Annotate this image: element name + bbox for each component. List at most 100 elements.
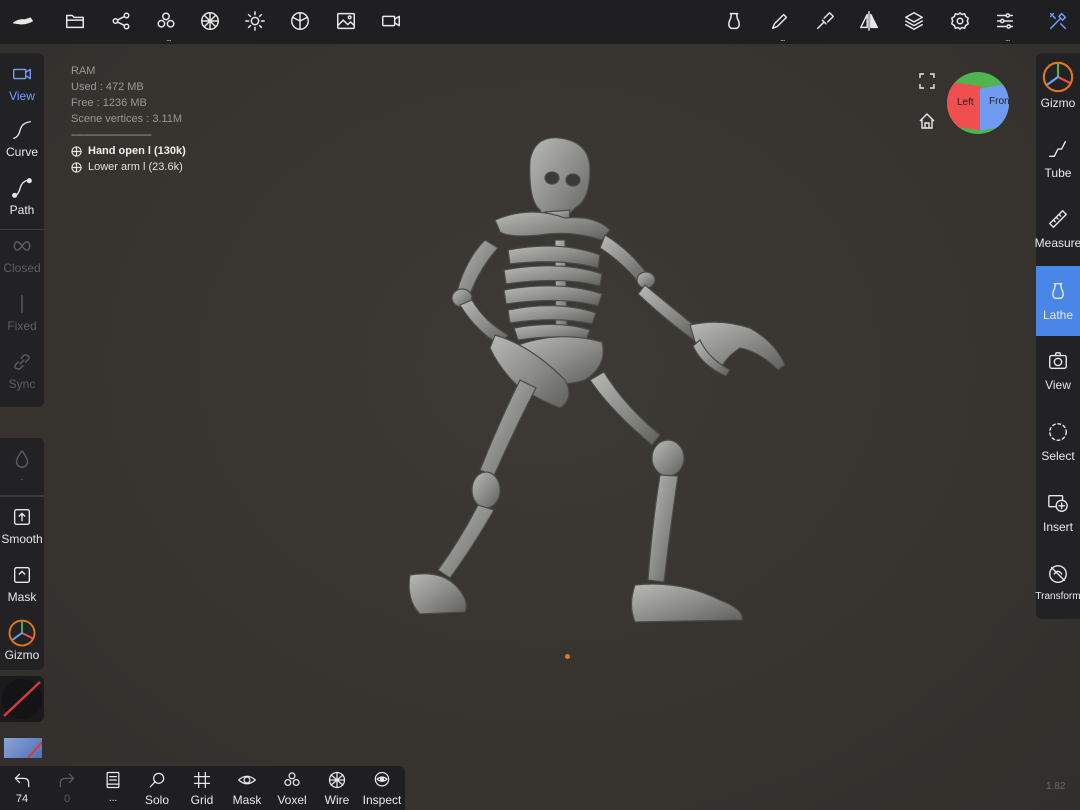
tool-label: Path (9, 203, 35, 217)
top-toolbar: ... ... ... (0, 0, 1080, 44)
mesh-name: Hand open l (130k) (88, 145, 186, 157)
infinity-icon (13, 241, 31, 251)
material-icon[interactable] (287, 8, 313, 34)
toolbar-label: Inspect (362, 793, 402, 807)
brush-icon[interactable] (767, 8, 793, 34)
toolbar-label: Mask (232, 793, 262, 807)
divider (0, 229, 44, 230)
redo-button[interactable]: 0 (45, 770, 89, 805)
tool-label: Measure (1034, 236, 1080, 250)
select-icon (1049, 423, 1067, 441)
material-swatch[interactable] (4, 738, 42, 758)
voxel-button[interactable]: Voxel (270, 770, 314, 807)
symmetry-icon[interactable] (856, 8, 882, 34)
ruler-icon (1049, 210, 1067, 228)
inspect-icon (374, 771, 390, 787)
bottom-toolbar: 74 0 ... Solo Grid Mask Voxel Wire Inspe… (0, 766, 405, 810)
tool-mask[interactable]: Mask (0, 564, 44, 604)
curve-icon (13, 121, 31, 139)
ram-label: RAM (71, 65, 96, 77)
logo-icon[interactable] (10, 8, 36, 34)
mask-toggle-button[interactable]: Mask (225, 770, 269, 807)
layers-icon[interactable] (901, 8, 927, 34)
color-swatch[interactable] (0, 676, 44, 722)
tool-label: View (9, 89, 35, 103)
inspect-button[interactable]: Inspect (360, 770, 404, 807)
right-tool-transform[interactable]: Transform (1035, 563, 1080, 602)
right-tool-tube[interactable]: Tube (1036, 138, 1080, 180)
tool-gizmo[interactable]: Gizmo (0, 618, 44, 662)
undo-button[interactable]: 74 (0, 770, 44, 805)
tool-label: Gizmo (4, 648, 40, 662)
mesh-icon (71, 161, 82, 173)
folder-icon[interactable] (62, 8, 88, 34)
tool-label: Transform (1035, 591, 1080, 602)
version-label: 1.82 (1046, 781, 1066, 792)
fullscreen-icon[interactable] (918, 72, 936, 95)
tool-closed[interactable]: Closed (0, 235, 44, 275)
more-indicator: ... (780, 33, 785, 43)
tools-icon[interactable] (1045, 8, 1071, 34)
right-tool-select[interactable]: Select (1036, 421, 1080, 463)
scene-graph-icon[interactable] (108, 8, 134, 34)
no-color-icon (2, 679, 42, 719)
gizmo-icon (1042, 61, 1074, 93)
paint-icon[interactable] (812, 8, 838, 34)
history-button[interactable]: ... (91, 770, 135, 804)
undo-icon (14, 773, 30, 788)
background-icon[interactable] (333, 8, 359, 34)
toolbar-label: Voxel (277, 793, 307, 807)
cube-face-front: Front (989, 96, 1009, 107)
right-tool-view[interactable]: View (1036, 350, 1080, 392)
right-tool-gizmo[interactable]: Gizmo (1036, 60, 1080, 110)
home-icon[interactable] (918, 112, 936, 135)
solo-button[interactable]: Solo (135, 770, 179, 807)
tool-label: Insert (1042, 520, 1073, 534)
topology-icon[interactable] (197, 8, 223, 34)
cube-face-left: Left (957, 97, 974, 108)
multiresolution-icon[interactable] (153, 8, 179, 34)
camera-icon[interactable] (378, 8, 404, 34)
tool-label: Gizmo (1040, 96, 1076, 110)
mesh-icon (71, 145, 82, 157)
right-tool-measure[interactable]: Measure (1034, 208, 1080, 250)
mesh-item[interactable]: Lower arm l (23.6k) (71, 159, 186, 175)
drop-tool[interactable]: - (0, 448, 44, 484)
swatch-strike-icon (27, 741, 42, 758)
tool-label: - (20, 474, 24, 484)
lighting-icon[interactable] (242, 8, 268, 34)
redo-count: 0 (63, 793, 71, 805)
more-label: ... (108, 793, 118, 804)
wire-button[interactable]: Wire (315, 770, 359, 807)
transform-icon (1049, 565, 1067, 583)
lathe-tool-icon[interactable] (721, 8, 747, 34)
sliders-icon[interactable] (992, 8, 1018, 34)
grid-button[interactable]: Grid (180, 770, 224, 807)
right-tool-lathe[interactable]: Lathe (1036, 266, 1080, 336)
right-tool-insert[interactable]: Insert (1036, 492, 1080, 534)
ram-used: Used : 472 MB (71, 81, 144, 93)
undo-count: 74 (15, 793, 29, 805)
settings-icon[interactable] (947, 8, 973, 34)
tool-label: Fixed (7, 319, 37, 333)
tool-smooth[interactable]: Smooth (0, 506, 44, 546)
mesh-item[interactable]: Hand open l (130k) (71, 143, 186, 159)
view-cube[interactable]: Left Front (947, 72, 1009, 134)
tool-label: Mask (7, 590, 37, 604)
tool-sync[interactable]: Sync (0, 351, 44, 391)
smooth-icon (13, 508, 31, 526)
voxel-icon (284, 772, 300, 787)
tool-label: Curve (5, 145, 38, 159)
mask-icon (13, 566, 31, 584)
tool-path[interactable]: Path (0, 177, 44, 217)
tool-label: Lathe (1042, 308, 1074, 322)
magnify-icon (149, 772, 165, 788)
tool-label: Tube (1044, 166, 1072, 180)
tool-curve[interactable]: Curve (0, 119, 44, 159)
tool-fixed[interactable]: Fixed (0, 293, 44, 333)
toolbar-label: Wire (324, 793, 350, 807)
more-indicator: ... (166, 33, 171, 43)
divider (0, 495, 44, 497)
tool-view[interactable]: View (0, 63, 44, 103)
info-separator: ------------------------------ (71, 129, 152, 141)
